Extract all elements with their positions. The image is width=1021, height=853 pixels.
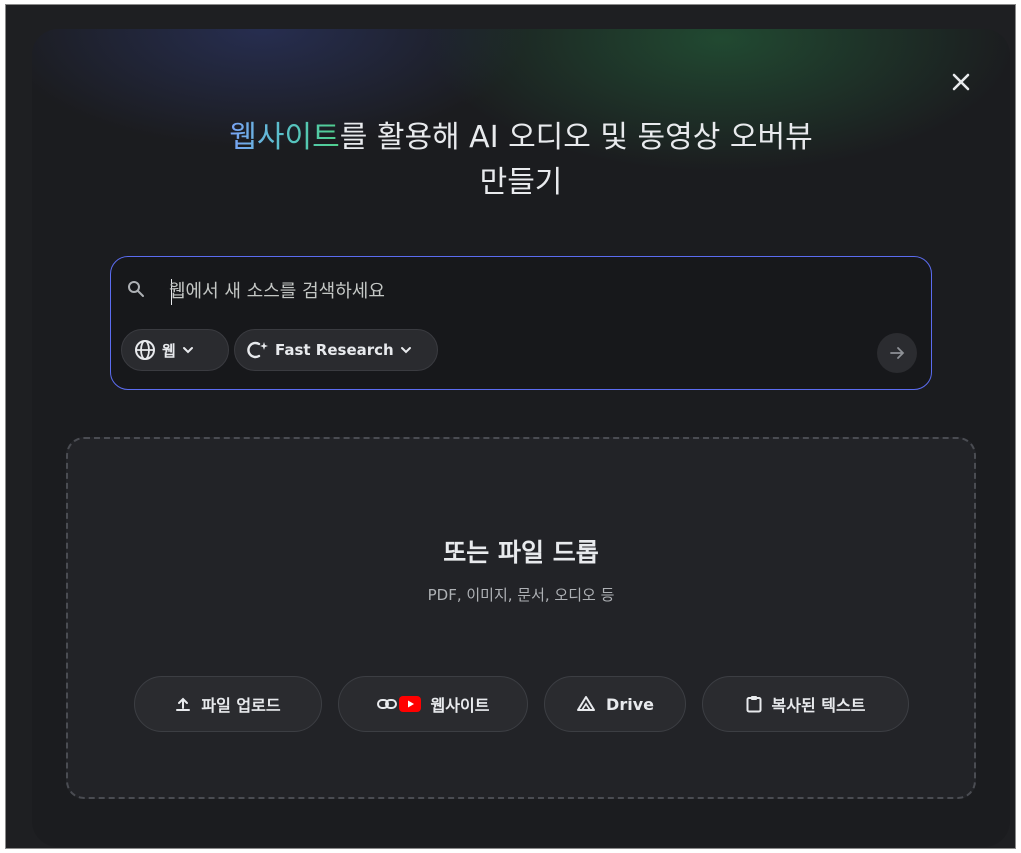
chevron-down-icon xyxy=(400,344,412,356)
source-type-label: 웹 xyxy=(162,341,176,360)
drop-zone-title: 또는 파일 드롭 xyxy=(443,538,599,567)
youtube-icon xyxy=(398,696,421,712)
title-line1-rest: 를 활용해 AI 오디오 및 동영상 오버뷰 xyxy=(339,120,813,155)
close-icon xyxy=(951,72,971,92)
link-icon xyxy=(376,698,397,710)
add-website-label: 웹사이트 xyxy=(430,696,490,715)
clipboard-icon xyxy=(746,695,762,713)
paste-text-button[interactable]: 복사된 텍스트 xyxy=(702,676,909,732)
add-drive-label: Drive xyxy=(606,694,654,714)
dialog-title: 웹사이트를 활용해 AI 오디오 및 동영상 오버뷰 만들기 xyxy=(32,115,1010,205)
search-icon xyxy=(127,280,145,298)
add-website-button[interactable]: 웹사이트 xyxy=(338,676,528,732)
drop-zone-subtitle: PDF, 이미지, 문서, 오디오 등 xyxy=(427,586,615,604)
upload-file-button[interactable]: 파일 업로드 xyxy=(134,676,322,732)
globe-icon xyxy=(134,339,156,361)
arrow-right-icon xyxy=(888,344,906,362)
submit-search-button[interactable] xyxy=(877,333,917,373)
window-frame: 웹사이트를 활용해 AI 오디오 및 동영상 오버뷰 만들기 웹에서 새 소스를… xyxy=(5,4,1016,849)
close-button[interactable] xyxy=(944,65,978,99)
add-sources-dialog: 웹사이트를 활용해 AI 오디오 및 동영상 오버뷰 만들기 웹에서 새 소스를… xyxy=(32,29,1010,847)
paste-text-label: 복사된 텍스트 xyxy=(771,696,866,715)
drive-icon xyxy=(576,695,596,713)
title-highlight: 웹사이트 xyxy=(229,120,340,155)
upload-file-label: 파일 업로드 xyxy=(201,696,281,715)
search-input[interactable]: 웹에서 새 소스를 검색하세요 xyxy=(169,277,385,303)
upload-icon xyxy=(175,696,191,712)
source-type-dropdown[interactable]: 웹 xyxy=(121,329,229,371)
research-sparkle-icon xyxy=(247,340,269,360)
web-search-box: 웹에서 새 소스를 검색하세요 웹 Fast Research xyxy=(110,256,932,390)
research-mode-dropdown[interactable]: Fast Research xyxy=(234,329,438,371)
add-drive-button[interactable]: Drive xyxy=(544,676,686,732)
file-drop-zone[interactable]: 또는 파일 드롭 PDF, 이미지, 문서, 오디오 등 파일 업로드 웹사이트 xyxy=(66,437,976,799)
chevron-down-icon xyxy=(182,344,194,356)
research-mode-label: Fast Research xyxy=(275,341,394,359)
title-line2: 만들기 xyxy=(479,165,563,200)
